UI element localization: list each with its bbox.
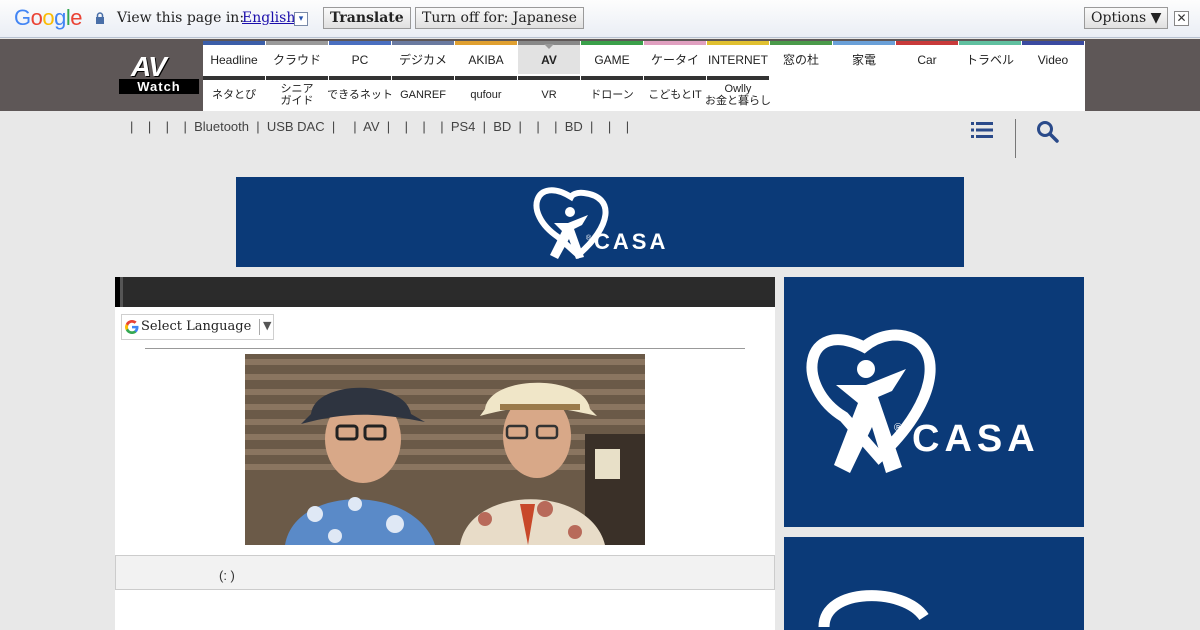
- active-caret-icon: [544, 44, 554, 49]
- nav-item[interactable]: 窓の杜: [770, 41, 832, 74]
- av-watch-logo[interactable]: AV Watch: [119, 51, 199, 95]
- nav-item[interactable]: ケータイ: [644, 41, 706, 74]
- translate-prompt: View this page in:: [117, 10, 245, 26]
- nav-item[interactable]: クラウド: [266, 41, 328, 74]
- nav-item[interactable]: AV: [518, 41, 580, 74]
- nav-item[interactable]: 家電: [833, 41, 895, 74]
- nav-item[interactable]: Headline: [203, 41, 265, 74]
- header-divider: [1015, 119, 1016, 158]
- search-icon[interactable]: [1036, 120, 1060, 144]
- translate-bar: Google View this page in: English ▾ Tran…: [0, 0, 1200, 38]
- site-header: AV Watch Headline クラウド PC デジカメ AKIBA AV GAME ケー…: [0, 39, 1200, 111]
- menu-icon[interactable]: [971, 121, 993, 139]
- nav-item[interactable]: Owlly お金と暮らし: [705, 76, 771, 109]
- nav-item[interactable]: ドローン: [581, 76, 643, 109]
- banner-brand: CASA: [594, 229, 668, 254]
- chevron-down-icon: ▼: [263, 319, 272, 332]
- photo-caption: (: ): [115, 555, 775, 590]
- nav-item[interactable]: GAME: [581, 41, 643, 74]
- sidebar-brand: CASA: [912, 418, 1040, 460]
- select-language-dropdown[interactable]: Select Language ▼: [121, 314, 274, 340]
- sidebar-ad[interactable]: ® CASA: [784, 277, 1084, 527]
- nav-item[interactable]: AKIBA: [455, 41, 517, 74]
- casa-logo: [818, 590, 929, 628]
- sub-nav[interactable]: | | | | Bluetooth | USB DAC | | AV | | |…: [130, 119, 629, 134]
- translate-button[interactable]: Translate: [323, 7, 411, 29]
- nav-item[interactable]: Video: [1022, 41, 1084, 74]
- article-title-bar: [115, 277, 775, 307]
- lock-icon: [96, 12, 104, 24]
- nav-item[interactable]: PC: [329, 41, 391, 74]
- svg-text:®: ®: [586, 234, 592, 242]
- options-button[interactable]: Options ▼: [1084, 7, 1169, 29]
- svg-text:®: ®: [894, 422, 902, 434]
- nav-item[interactable]: VR: [518, 76, 580, 109]
- select-language-label: Select Language: [141, 319, 252, 334]
- turn-off-button[interactable]: Turn off for: Japanese: [415, 7, 584, 29]
- casa-logo: ® CASA: [806, 329, 1040, 473]
- article-photo: [245, 354, 645, 545]
- google-g-icon: [125, 320, 139, 334]
- casa-logo: ® CASA: [533, 187, 668, 259]
- google-logo: Google: [14, 5, 83, 30]
- language-link[interactable]: English: [242, 10, 295, 26]
- sidebar-ad-2[interactable]: [784, 537, 1084, 630]
- close-icon[interactable]: ✕: [1174, 11, 1189, 26]
- nav-item[interactable]: デジカメ: [392, 41, 454, 74]
- article-column: Select Language ▼ (:): [115, 277, 775, 630]
- banner-ad[interactable]: ® CASA: [236, 177, 964, 267]
- nav-item[interactable]: ネタとぴ: [203, 76, 265, 109]
- language-dropdown-icon[interactable]: ▾: [294, 12, 308, 26]
- nav-item[interactable]: GANREF: [392, 76, 454, 109]
- nav-item[interactable]: INTERNET: [707, 41, 769, 74]
- category-nav: Headline クラウド PC デジカメ AKIBA AV GAME ケータイ INTERNE…: [203, 41, 1085, 111]
- nav-item[interactable]: できるネット: [327, 76, 393, 109]
- nav-item[interactable]: こどもとIT: [644, 76, 706, 109]
- nav-item[interactable]: qufour: [455, 76, 517, 109]
- nav-item[interactable]: シニア ガイド: [266, 76, 328, 109]
- nav-item[interactable]: トラベル: [959, 41, 1021, 74]
- nav-item[interactable]: Car: [896, 41, 958, 74]
- divider: [145, 348, 745, 349]
